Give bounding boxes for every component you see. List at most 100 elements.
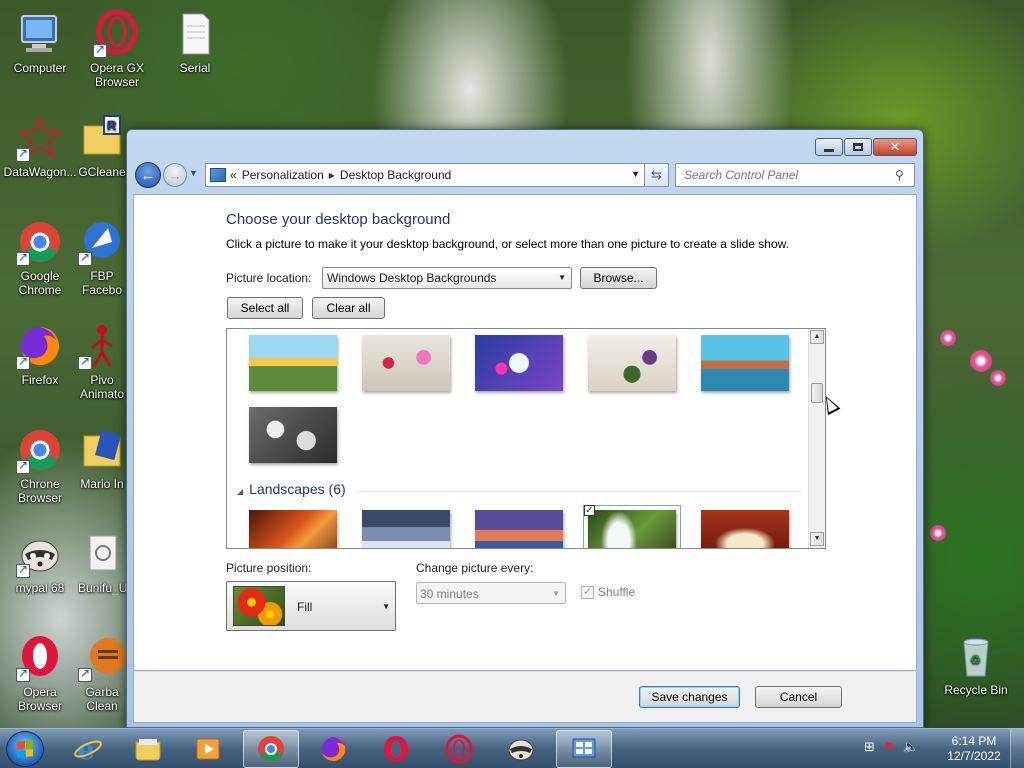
minimize-icon bbox=[824, 148, 834, 152]
opera-icon bbox=[16, 634, 64, 682]
wallpaper-thumbnail[interactable] bbox=[249, 407, 337, 463]
cancel-button[interactable]: Cancel bbox=[755, 686, 842, 708]
close-button[interactable]: ✕ bbox=[873, 138, 917, 156]
recycle-bin-icon: ♻ bbox=[952, 632, 1000, 680]
garbage-cleaner-icon bbox=[78, 634, 126, 682]
taskbar-mypal[interactable] bbox=[493, 730, 549, 768]
breadcrumb-desktop-background[interactable]: Desktop Background bbox=[340, 168, 451, 182]
chevron-down-icon: ▼ bbox=[558, 273, 566, 282]
gallery-scrollbar[interactable]: ▲ ▼ bbox=[808, 329, 825, 548]
firefox-icon bbox=[322, 737, 346, 761]
forward-button[interactable]: → bbox=[163, 163, 187, 187]
scroll-up-button[interactable]: ▲ bbox=[810, 330, 824, 344]
taskbar-internet-explorer[interactable]: e bbox=[60, 730, 116, 768]
picture-position-select[interactable]: Fill ▼ bbox=[226, 581, 396, 631]
breadcrumb-personalization[interactable]: Personalization bbox=[242, 168, 324, 182]
taskbar-opera-gx[interactable] bbox=[431, 730, 487, 768]
search-input[interactable] bbox=[675, 163, 915, 187]
chrome-icon bbox=[16, 218, 64, 266]
content-pane: Choose your desktop background Click a p… bbox=[133, 194, 917, 671]
taskbar-opera[interactable] bbox=[368, 730, 424, 768]
desktop-icon-opera-browser[interactable]: Opera Browser bbox=[1, 634, 79, 713]
save-changes-button[interactable]: Save changes bbox=[639, 686, 740, 708]
wallpaper-thumbnail[interactable] bbox=[249, 510, 337, 548]
search-icon[interactable]: ⚲ bbox=[895, 168, 904, 182]
desktop-icon-opera-gx[interactable]: Opera GX Browser bbox=[78, 9, 156, 89]
address-dropdown-icon[interactable]: ▼ bbox=[631, 169, 640, 179]
shortcut-arrow-icon bbox=[16, 354, 30, 370]
taskbar-chrome[interactable] bbox=[243, 730, 299, 768]
maximize-icon bbox=[853, 143, 863, 151]
desktop-icon-google-chrome[interactable]: Google Chrome bbox=[1, 218, 79, 297]
wallpaper-thumbnail[interactable] bbox=[362, 335, 450, 391]
shortcut-arrow-icon bbox=[16, 146, 30, 162]
internet-explorer-icon: e bbox=[74, 734, 102, 764]
desktop-icon-mario[interactable]: Mario In bbox=[78, 426, 126, 491]
start-button[interactable] bbox=[6, 731, 44, 767]
opera-gx-icon bbox=[93, 9, 141, 58]
refresh-icon: ⇆ bbox=[651, 167, 662, 182]
address-bar[interactable]: « Personalization ▶ Desktop Background ▼ bbox=[205, 163, 645, 187]
wallpaper-thumbnail[interactable] bbox=[588, 335, 676, 391]
wallpaper-thumbnail-selected[interactable] bbox=[583, 505, 681, 548]
refresh-button[interactable]: ⇆ bbox=[645, 163, 669, 187]
desktop-icon-fbp[interactable]: FBP Facebo bbox=[78, 218, 126, 297]
clear-all-button[interactable]: Clear all bbox=[312, 297, 385, 319]
clock-time: 6:14 PM bbox=[951, 734, 997, 748]
desktop-icon-garbage-cleaner[interactable]: Garba Clean bbox=[78, 634, 126, 713]
shuffle-label: Shuffle bbox=[598, 585, 636, 599]
folder-icon: R bbox=[78, 114, 126, 162]
network-icon[interactable]: ⊞ bbox=[864, 739, 875, 755]
action-center-flag-icon[interactable]: ⚑ bbox=[883, 739, 895, 755]
collapse-triangle-icon[interactable]: ◢ bbox=[237, 487, 243, 496]
selected-checkbox[interactable]: ✓ bbox=[584, 505, 595, 516]
scroll-down-button[interactable]: ▼ bbox=[810, 532, 824, 546]
change-picture-interval-select[interactable]: 30 minutes ▼ bbox=[416, 582, 566, 604]
taskbar-firefox[interactable] bbox=[306, 730, 362, 768]
chevron-down-icon: ▼ bbox=[382, 602, 390, 611]
wallpaper-thumbnail[interactable] bbox=[475, 510, 563, 548]
select-all-button[interactable]: Select all bbox=[227, 297, 303, 319]
arrow-left-icon: ← bbox=[140, 166, 156, 184]
desktop-icon-firefox[interactable]: Firefox bbox=[1, 322, 79, 387]
wallpaper-thumbnail[interactable] bbox=[249, 335, 337, 391]
chrome-icon bbox=[258, 736, 284, 762]
windows-logo-icon bbox=[17, 740, 33, 758]
desktop-icon-datawagon[interactable]: DataWagon... bbox=[1, 114, 79, 179]
shortcut-arrow-icon bbox=[78, 354, 92, 370]
desktop-icon-serial[interactable]: Serial bbox=[156, 10, 234, 75]
browse-button[interactable]: Browse... bbox=[580, 267, 657, 289]
picture-position-label: Picture position: bbox=[226, 561, 312, 575]
breadcrumb-separator-icon[interactable]: ▶ bbox=[329, 171, 335, 180]
show-desktop-button[interactable] bbox=[1010, 729, 1024, 768]
shuffle-checkbox[interactable]: ✓ bbox=[581, 586, 594, 599]
recent-pages-dropdown[interactable]: ▼ bbox=[189, 168, 198, 178]
desktop-icon-computer[interactable]: Computer bbox=[1, 10, 79, 75]
breadcrumb-overflow[interactable]: « bbox=[230, 168, 237, 182]
minimize-button[interactable] bbox=[815, 138, 843, 156]
taskbar-file-explorer[interactable] bbox=[120, 730, 176, 768]
picture-location-select[interactable]: Windows Desktop Backgrounds ▼ bbox=[322, 267, 572, 289]
desktop-icon-recycle-bin[interactable]: ♻ Recycle Bin bbox=[936, 632, 1016, 697]
dialog-footer: Save changes Cancel bbox=[133, 671, 917, 723]
volume-icon[interactable]: 🔈 bbox=[903, 739, 919, 755]
svg-text:♻: ♻ bbox=[970, 653, 981, 667]
back-button[interactable]: ← bbox=[135, 162, 161, 188]
wallpaper-thumbnail[interactable] bbox=[701, 335, 789, 391]
taskbar-control-panel[interactable] bbox=[556, 730, 612, 768]
clock[interactable]: 6:14 PM 12/7/2022 bbox=[942, 734, 1006, 764]
group-header-landscapes[interactable]: ◢ Landscapes (6) bbox=[237, 481, 346, 497]
navigation-bar: ← → ▼ « Personalization ▶ Desktop Backgr… bbox=[133, 160, 917, 190]
wallpaper-thumbnail[interactable] bbox=[701, 510, 789, 548]
maximize-button[interactable] bbox=[844, 138, 872, 156]
window-controls: ✕ bbox=[814, 138, 917, 156]
desktop-icon-mypal[interactable]: mypal 68 bbox=[1, 530, 79, 595]
desktop-icon-bunifu[interactable]: Bunifu_U bbox=[78, 530, 126, 595]
wallpaper-thumbnail[interactable] bbox=[362, 510, 450, 548]
clock-date: 12/7/2022 bbox=[947, 749, 1001, 763]
wallpaper-thumbnail[interactable] bbox=[475, 335, 563, 391]
desktop-icon-gcleaner[interactable]: R GCleane bbox=[78, 114, 126, 179]
taskbar-media-player[interactable] bbox=[180, 730, 236, 768]
desktop-icon-chrone-browser[interactable]: Chrone Browser bbox=[1, 426, 79, 505]
desktop-icon-pivot-animator[interactable]: Pivo Animato bbox=[78, 322, 126, 401]
